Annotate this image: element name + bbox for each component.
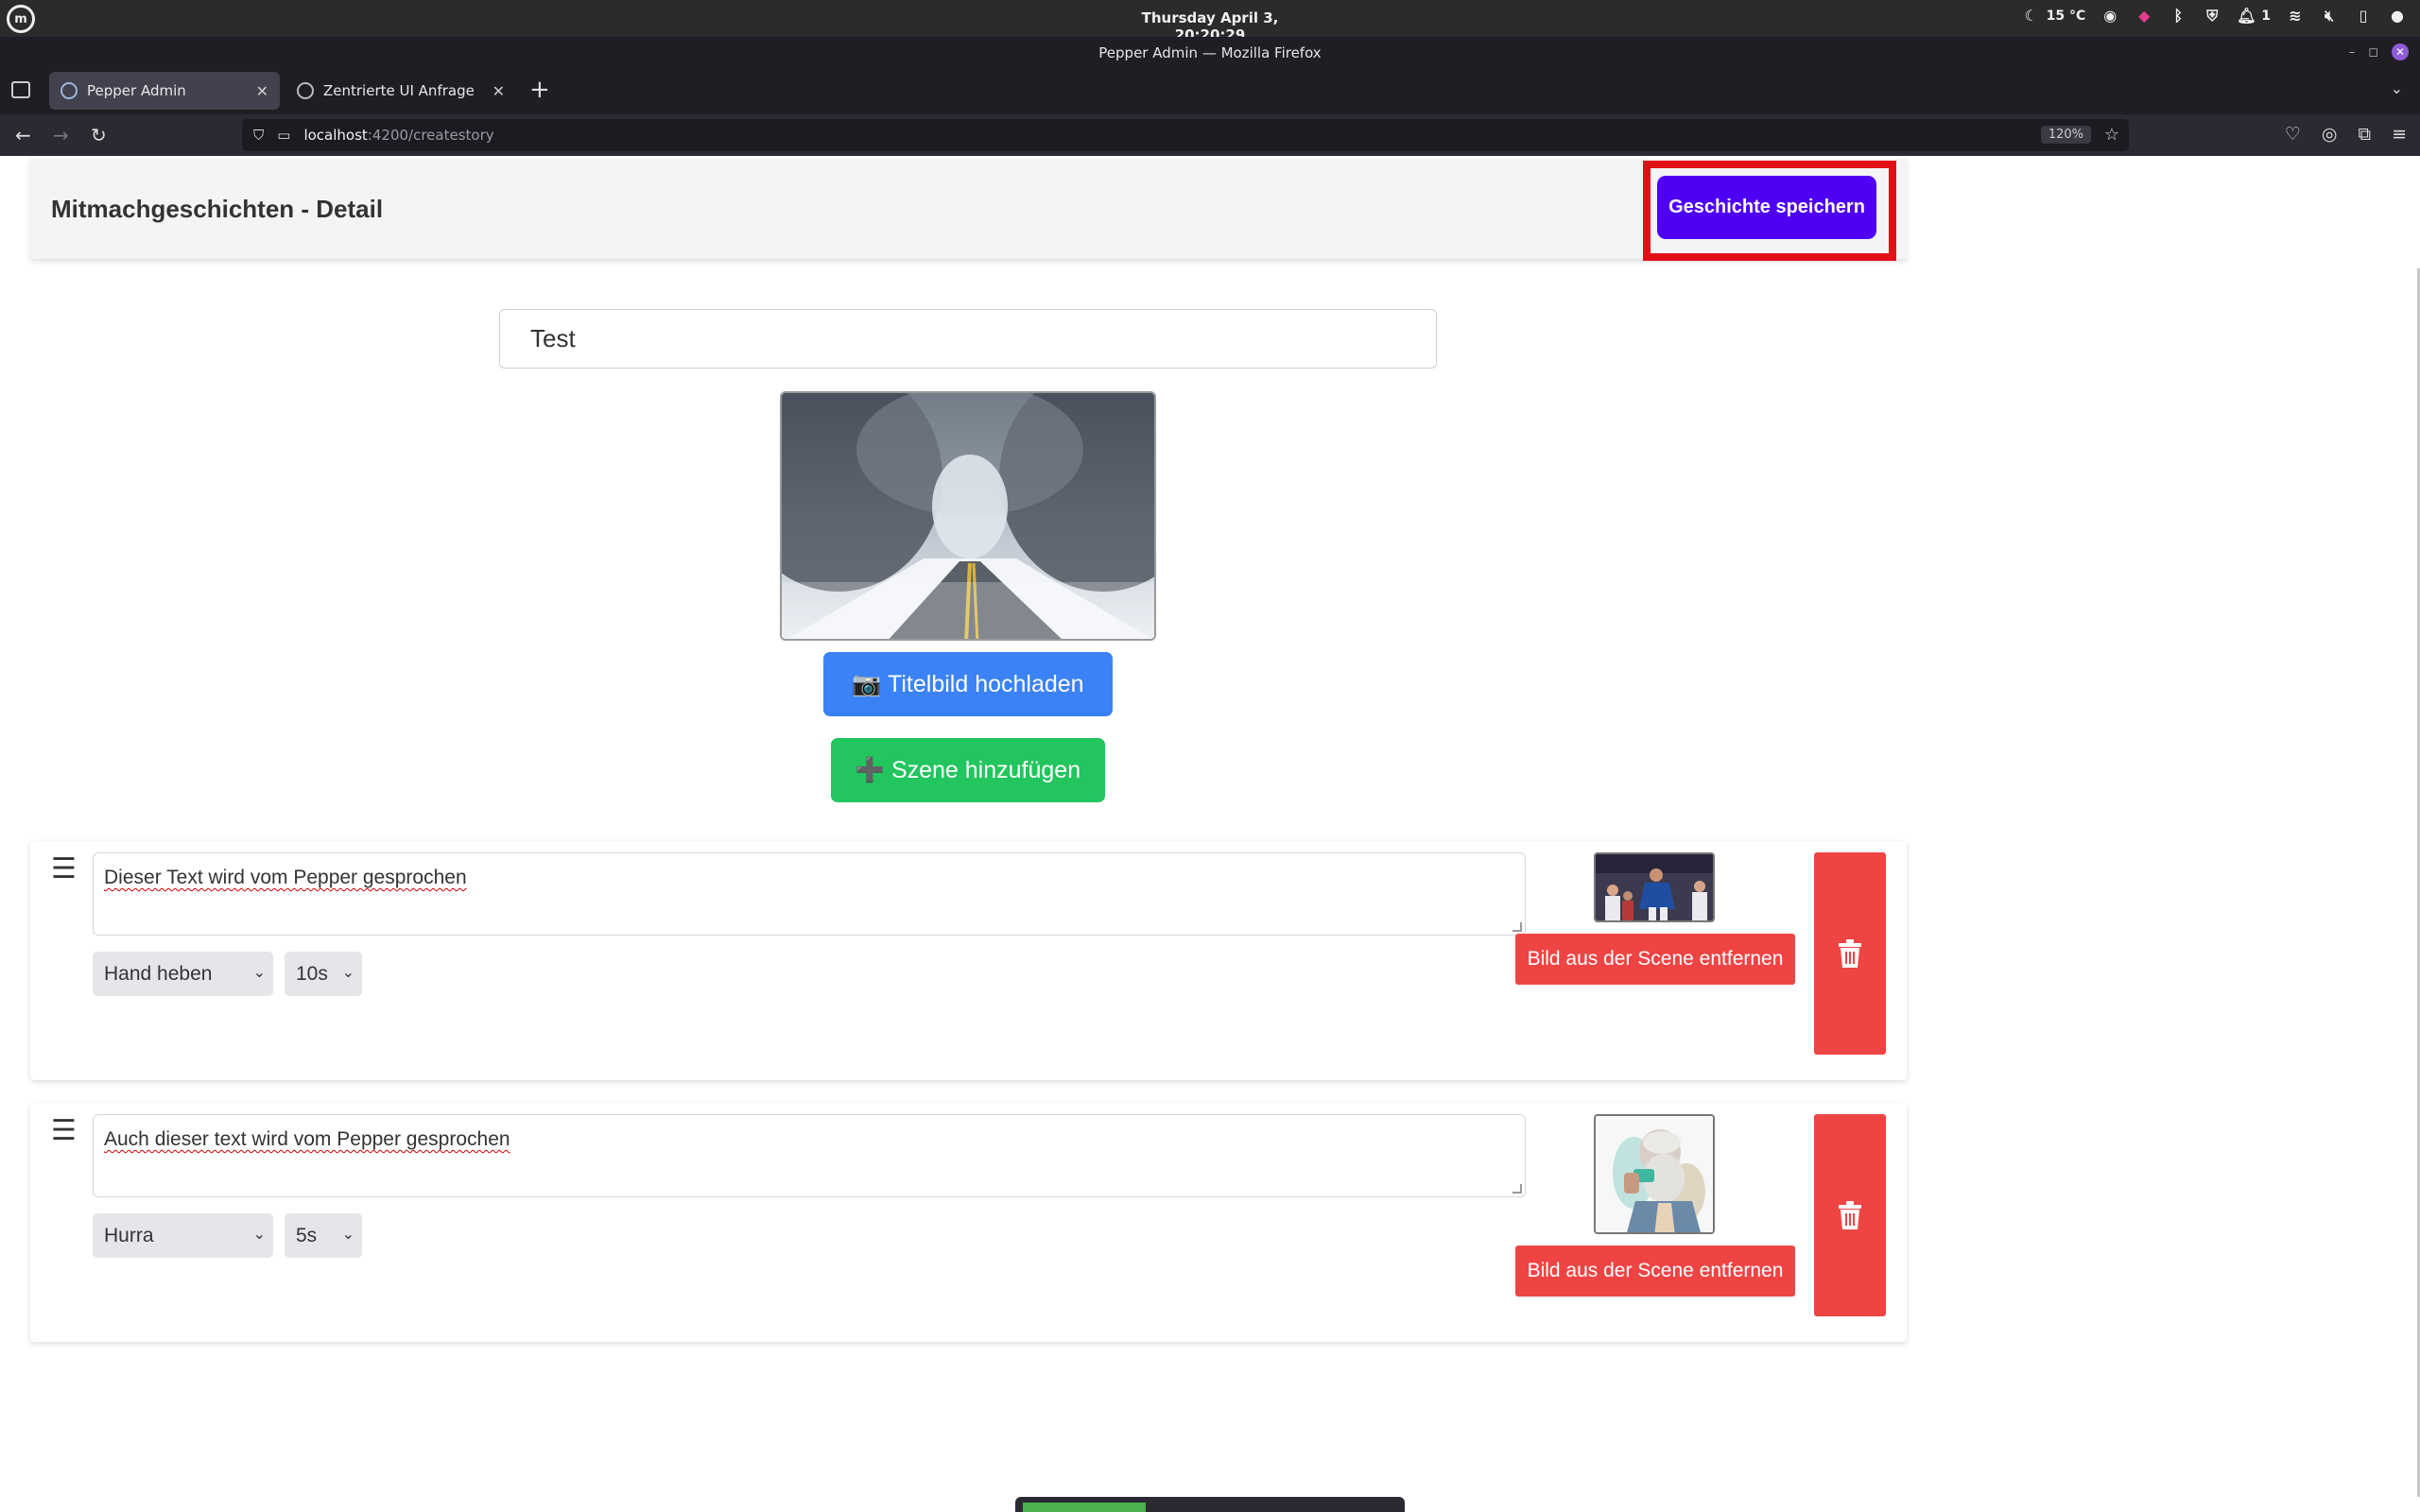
scene-card: ☰ Auch dieser text wird vom Pepper gespr… xyxy=(30,1103,1907,1342)
scene-body: Dieser Text wird vom Pepper gesprochen H… xyxy=(30,852,1907,1070)
tab-list-icon[interactable] xyxy=(11,81,30,98)
title-image xyxy=(780,391,1156,641)
scene-image xyxy=(1594,1114,1715,1234)
url-host: localhost xyxy=(303,127,368,144)
window-controls: – ◻ ✕ xyxy=(2349,43,2409,60)
duration-select-value: 10s xyxy=(296,962,328,985)
football-player-image xyxy=(1596,854,1713,920)
page-header: Mitmachgeschichten - Detail xyxy=(30,159,1907,259)
tab-label: Zentrierte UI Anfrage xyxy=(323,82,475,99)
zoom-badge[interactable]: 120% xyxy=(2040,126,2091,144)
extensions-icon[interactable]: ⧉ xyxy=(2359,124,2372,145)
weather-widget[interactable]: ☾ 15 °C xyxy=(2022,7,2086,26)
hamburger-menu-icon[interactable]: ≡ xyxy=(2392,124,2407,145)
battery-icon[interactable]: ▯ xyxy=(2354,7,2373,26)
tab-strip: Pepper Admin ✕ Zentrierte UI Anfrage ✕ xyxy=(0,67,2420,114)
notification-widget[interactable]: 🔔︎ 1 xyxy=(2237,7,2271,26)
resize-grip[interactable] xyxy=(1512,922,1522,932)
chevron-down-icon: ⌄ xyxy=(341,1227,354,1243)
discord-icon[interactable]: ◉ xyxy=(2100,7,2119,26)
url-text: localhost:4200/createstory xyxy=(303,127,493,144)
notification-count: 1 xyxy=(2261,9,2271,24)
action-select-value: Hurra xyxy=(104,1224,154,1246)
account-icon[interactable]: ◎ xyxy=(2322,124,2338,145)
scene-image xyxy=(1594,852,1715,922)
tab-pepper-admin[interactable]: Pepper Admin ✕ xyxy=(49,72,280,110)
mint-menu-icon[interactable]: m xyxy=(7,5,35,33)
delete-scene-button[interactable] xyxy=(1814,852,1886,1055)
moon-icon: ☾ xyxy=(2024,7,2038,25)
scene-text-area[interactable]: Auch dieser text wird vom Pepper gesproc… xyxy=(93,1114,1526,1197)
tab-favicon-icon xyxy=(60,82,78,99)
tab-favicon-icon xyxy=(297,82,314,99)
trash-icon xyxy=(1839,939,1861,968)
remove-image-button[interactable]: Bild aus der Scene entfernen xyxy=(1515,1246,1795,1297)
progress-fill xyxy=(1023,1503,1146,1512)
shield-icon[interactable]: ⛨ xyxy=(2203,7,2221,26)
duration-select-value: 5s xyxy=(296,1224,318,1246)
resize-grip[interactable] xyxy=(1512,1184,1522,1194)
remove-image-button[interactable]: Bild aus der Scene entfernen xyxy=(1515,934,1795,985)
window-titlebar: Pepper Admin — Mozilla Firefox – ◻ ✕ xyxy=(0,37,2420,67)
weather-temp: 15 °C xyxy=(2046,9,2086,24)
tab-label: Pepper Admin xyxy=(87,82,186,99)
download-progress-bar xyxy=(1015,1497,1405,1512)
story-title-input[interactable] xyxy=(499,309,1437,369)
toolbar-right: ♡ ◎ ⧉ ≡ xyxy=(2285,124,2407,145)
bookmark-star-icon[interactable]: ☆ xyxy=(2104,125,2119,145)
scene-body: Auch dieser text wird vom Pepper gesproc… xyxy=(30,1114,1907,1332)
os-top-bar: m Thursday April 3, 20:20:29 ☾ 15 °C ◉ ◆… xyxy=(0,0,2420,43)
reload-icon[interactable]: ↻ xyxy=(91,124,107,146)
duration-select[interactable]: 10s ⌄ xyxy=(285,952,362,996)
save-story-button[interactable]: Geschichte speichern xyxy=(1657,176,1876,239)
chevron-down-icon: ⌄ xyxy=(252,1227,266,1243)
action-select-value: Hand heben xyxy=(104,962,213,985)
add-scene-button[interactable]: ➕ Szene hinzufügen xyxy=(831,738,1105,802)
old-man-drinking-image xyxy=(1596,1116,1713,1232)
scene-card: ☰ Dieser Text wird vom Pepper gesprochen… xyxy=(30,841,1907,1080)
tab-close-icon[interactable]: ✕ xyxy=(493,82,505,100)
page-title: Mitmachgeschichten - Detail xyxy=(51,195,384,223)
new-tab-icon[interactable]: + xyxy=(529,76,550,104)
navigation-bar: ← → ↻ ⛉ ▭ localhost:4200/createstory 120… xyxy=(0,114,2420,156)
bell-icon: 🔔︎ xyxy=(2237,7,2256,25)
chevron-down-icon: ⌄ xyxy=(252,965,266,981)
duration-select[interactable]: 5s ⌄ xyxy=(285,1213,362,1258)
action-select[interactable]: Hand heben ⌄ xyxy=(93,952,273,996)
app-indicator-icon[interactable]: ◆ xyxy=(2135,7,2153,26)
bluetooth-icon[interactable]: ᛒ xyxy=(2169,7,2187,26)
delete-scene-button[interactable] xyxy=(1814,1114,1886,1316)
user-icon[interactable]: ● xyxy=(2388,7,2407,26)
page-info-icon[interactable]: ▭ xyxy=(277,127,290,144)
url-bar[interactable]: ⛉ ▭ localhost:4200/createstory 120% ☆ xyxy=(242,119,2129,151)
tab-zentrierte-ui[interactable]: Zentrierte UI Anfrage ✕ xyxy=(285,72,516,110)
volume-muted-icon[interactable]: 🔇︎ xyxy=(2320,7,2339,26)
forward-arrow-icon[interactable]: → xyxy=(53,124,69,146)
tab-close-icon[interactable]: ✕ xyxy=(256,82,268,100)
minimize-icon[interactable]: – xyxy=(2349,45,2356,60)
chevron-down-icon[interactable]: ⌄ xyxy=(2391,79,2403,97)
pocket-icon[interactable]: ♡ xyxy=(2285,124,2301,145)
maximize-icon[interactable]: ◻ xyxy=(2368,45,2378,60)
scene-text: Auch dieser text wird vom Pepper gesproc… xyxy=(104,1128,510,1150)
tracking-shield-icon[interactable]: ⛉ xyxy=(253,127,264,144)
snowy-road-image xyxy=(782,393,1154,639)
scene-text: Dieser Text wird vom Pepper gesprochen xyxy=(104,867,467,888)
upload-title-image-button[interactable]: 📷 Titelbild hochladen xyxy=(823,652,1113,716)
trash-icon xyxy=(1839,1201,1861,1229)
system-tray: ☾ 15 °C ◉ ◆ ᛒ ⛨ 🔔︎ 1 ≋ 🔇︎ ▯ ● xyxy=(2022,7,2407,26)
back-arrow-icon[interactable]: ← xyxy=(15,124,31,146)
wifi-icon[interactable]: ≋ xyxy=(2286,7,2305,26)
action-select[interactable]: Hurra ⌄ xyxy=(93,1213,273,1258)
close-window-icon[interactable]: ✕ xyxy=(2392,43,2409,60)
chevron-down-icon: ⌄ xyxy=(341,965,354,981)
window-title: Pepper Admin — Mozilla Firefox xyxy=(1098,44,1322,61)
scene-text-area[interactable]: Dieser Text wird vom Pepper gesprochen xyxy=(93,852,1526,936)
url-path: :4200/createstory xyxy=(367,127,494,144)
